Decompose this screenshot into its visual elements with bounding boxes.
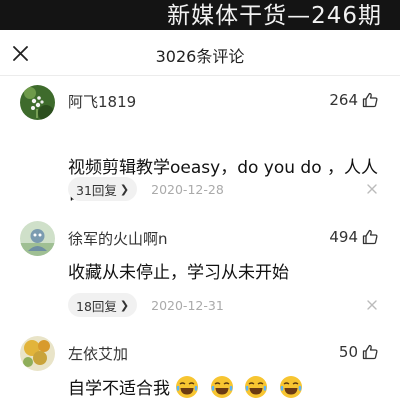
thumbs-up-icon xyxy=(362,344,378,360)
comments-header: 3026条评论 xyxy=(0,30,400,76)
thumbs-up-icon xyxy=(362,92,378,108)
view-replies-button[interactable]: 31回复 ❯ xyxy=(68,177,138,201)
like-button[interactable]: 494 xyxy=(329,228,378,246)
comment-text-body: 自学不适合我 xyxy=(68,379,170,399)
laughing-crying-emoji xyxy=(176,376,199,398)
laughing-crying-emoji xyxy=(245,376,268,398)
comment-date: 2020-12-31 xyxy=(151,297,224,313)
banner-title: 新媒体干货—246期 xyxy=(167,3,382,29)
chevron-right-icon: ❯ xyxy=(119,298,130,312)
like-button[interactable]: 50 xyxy=(339,343,378,361)
dismiss-icon[interactable] xyxy=(366,299,378,311)
like-count: 50 xyxy=(338,343,358,361)
reply-row: 18回复 ❯ 2020-12-31 xyxy=(68,293,224,317)
comment-text: 自学不适合我 xyxy=(68,375,384,400)
reply-row: 31回复 ❯ 2020-12-28 xyxy=(68,177,224,201)
avatar[interactable] xyxy=(20,336,55,371)
comment-username[interactable]: 阿飞1819 xyxy=(68,91,136,112)
reply-count: 31回复 xyxy=(76,182,117,198)
laughing-crying-emoji xyxy=(210,376,233,398)
like-count: 264 xyxy=(329,91,358,109)
dismiss-icon[interactable] xyxy=(366,183,378,195)
reply-count: 18回复 xyxy=(76,298,117,314)
comment-date: 2020-12-28 xyxy=(151,181,224,197)
like-button[interactable]: 264 xyxy=(329,91,378,109)
video-banner: 新媒体干货—246期 xyxy=(0,0,400,30)
comment-username[interactable]: 左依艾加 xyxy=(68,343,128,364)
view-replies-button[interactable]: 18回复 ❯ xyxy=(68,293,138,317)
avatar[interactable] xyxy=(20,221,55,256)
comment-username[interactable]: 徐军的火山啊n xyxy=(68,228,168,249)
avatar[interactable] xyxy=(20,85,55,120)
comment-text: 收藏从未停止，学习从未开始 xyxy=(68,263,289,283)
comments-sheet: 3026条评论 阿飞1819 264 视频剪辑教学oeasy，do you do… xyxy=(0,30,400,400)
thumbs-up-icon xyxy=(362,229,378,245)
chevron-right-icon: ❯ xyxy=(119,182,130,196)
laughing-crying-emoji xyxy=(279,376,302,398)
like-count: 494 xyxy=(329,228,358,246)
comment-count-title: 3026条评论 xyxy=(155,47,245,66)
